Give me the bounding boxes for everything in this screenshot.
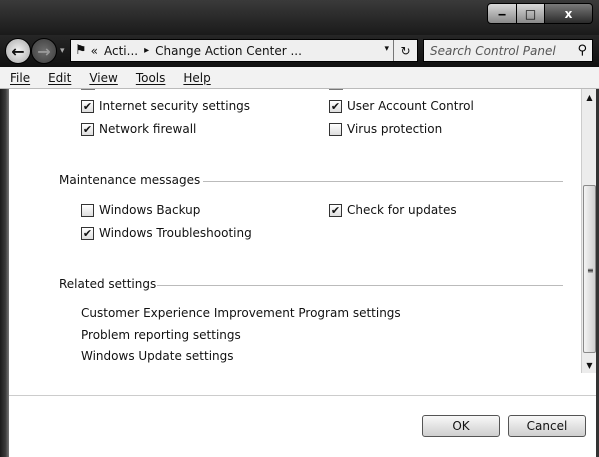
checkbox-row-troubleshooting[interactable]: ✔ Windows Troubleshooting	[81, 226, 252, 240]
checkbox-row-updates[interactable]: ✔ Check for updates	[329, 203, 457, 217]
address-dropdown-icon[interactable]: ▾	[384, 44, 389, 54]
menu-bar: File Edit View Tools Help	[0, 67, 599, 89]
checkbox-row-firewall[interactable]: ✔ Network firewall	[81, 122, 196, 136]
scroll-up-arrow-icon[interactable]: ▲	[582, 89, 597, 105]
caption-buttons: ‒ □ x	[487, 3, 593, 24]
scroll-grip-icon: ≡	[587, 266, 594, 275]
clipped-checkbox	[81, 89, 95, 93]
scroll-down-arrow-icon[interactable]: ▼	[582, 357, 597, 373]
menu-file[interactable]: File	[10, 71, 30, 85]
flag-icon: ⚑	[75, 43, 87, 58]
menu-edit[interactable]: Edit	[48, 71, 71, 85]
maintenance-divider	[203, 181, 563, 182]
backup-label: Windows Backup	[99, 203, 201, 217]
search-placeholder: Search Control Panel	[430, 43, 556, 58]
updates-checkbox[interactable]: ✔	[329, 203, 342, 217]
firewall-label: Network firewall	[99, 122, 197, 136]
menu-tools[interactable]: Tools	[136, 71, 166, 85]
breadcrumb-change-action-center[interactable]: Change Action Center ...	[155, 44, 302, 58]
virus-label: Virus protection	[347, 122, 443, 136]
ok-button[interactable]: OK	[422, 415, 500, 437]
breadcrumb-action-center[interactable]: Acti...	[104, 44, 138, 58]
internet-security-label: Internet security settings	[99, 99, 251, 113]
menu-view[interactable]: View	[89, 71, 117, 85]
window: ‒ □ x ← → ▾ ⚑ « Acti... ▸ Change Action …	[0, 0, 599, 457]
uac-checkbox[interactable]: ✔	[329, 99, 342, 113]
back-button[interactable]: ←	[5, 38, 31, 64]
link-problem-reporting[interactable]: Problem reporting settings	[81, 328, 241, 342]
checkbox-row-internet-security[interactable]: ✔ Internet security settings	[81, 99, 250, 113]
settings-content: ✔ Internet security settings ✔ User Acco…	[9, 89, 581, 395]
checkbox-row-virus[interactable]: Virus protection	[329, 122, 442, 136]
menu-help[interactable]: Help	[183, 71, 210, 85]
firewall-checkbox[interactable]: ✔	[81, 122, 94, 136]
related-divider	[157, 285, 563, 286]
link-ceip-settings[interactable]: Customer Experience Improvement Program …	[81, 306, 401, 320]
search-icon[interactable]: ⚲	[577, 43, 587, 58]
virus-checkbox[interactable]	[329, 122, 342, 136]
address-bar[interactable]: ⚑ « Acti... ▸ Change Action Center ... ▾…	[70, 39, 418, 62]
minimize-button[interactable]: ‒	[487, 3, 517, 24]
internet-security-checkbox[interactable]: ✔	[81, 99, 94, 113]
updates-label: Check for updates	[347, 203, 457, 217]
breadcrumb-separator-icon[interactable]: ▸	[144, 45, 149, 56]
maintenance-section-title: Maintenance messages	[59, 173, 201, 187]
clipped-checkbox	[329, 89, 343, 93]
forward-button[interactable]: →	[31, 38, 57, 64]
cancel-button[interactable]: Cancel	[508, 415, 586, 437]
navigation-bar: ← → ▾ ⚑ « Acti... ▸ Change Action Center…	[0, 35, 599, 67]
troubleshooting-label: Windows Troubleshooting	[99, 226, 252, 240]
window-border-left	[0, 89, 9, 457]
checkbox-row-uac[interactable]: ✔ User Account Control	[329, 99, 474, 113]
related-section-title: Related settings	[59, 277, 157, 291]
uac-label: User Account Control	[347, 99, 474, 113]
link-windows-update[interactable]: Windows Update settings	[81, 349, 234, 363]
search-box[interactable]: Search Control Panel ⚲	[423, 39, 593, 62]
close-button[interactable]: x	[545, 3, 593, 24]
backup-checkbox[interactable]	[81, 203, 94, 217]
dialog-button-bar: OK Cancel	[9, 395, 596, 457]
checkbox-row-backup[interactable]: Windows Backup	[81, 203, 200, 217]
vertical-scrollbar[interactable]: ▲ ≡ ▼	[581, 89, 596, 373]
refresh-button[interactable]: ↻	[393, 40, 417, 61]
address-overflow-chevron[interactable]: «	[91, 44, 98, 58]
title-bar: ‒ □ x	[0, 0, 599, 35]
scroll-thumb[interactable]: ≡	[583, 185, 596, 353]
recent-pages-dropdown[interactable]: ▾	[60, 46, 65, 56]
troubleshooting-checkbox[interactable]: ✔	[81, 226, 94, 240]
maximize-button[interactable]: □	[517, 3, 545, 24]
